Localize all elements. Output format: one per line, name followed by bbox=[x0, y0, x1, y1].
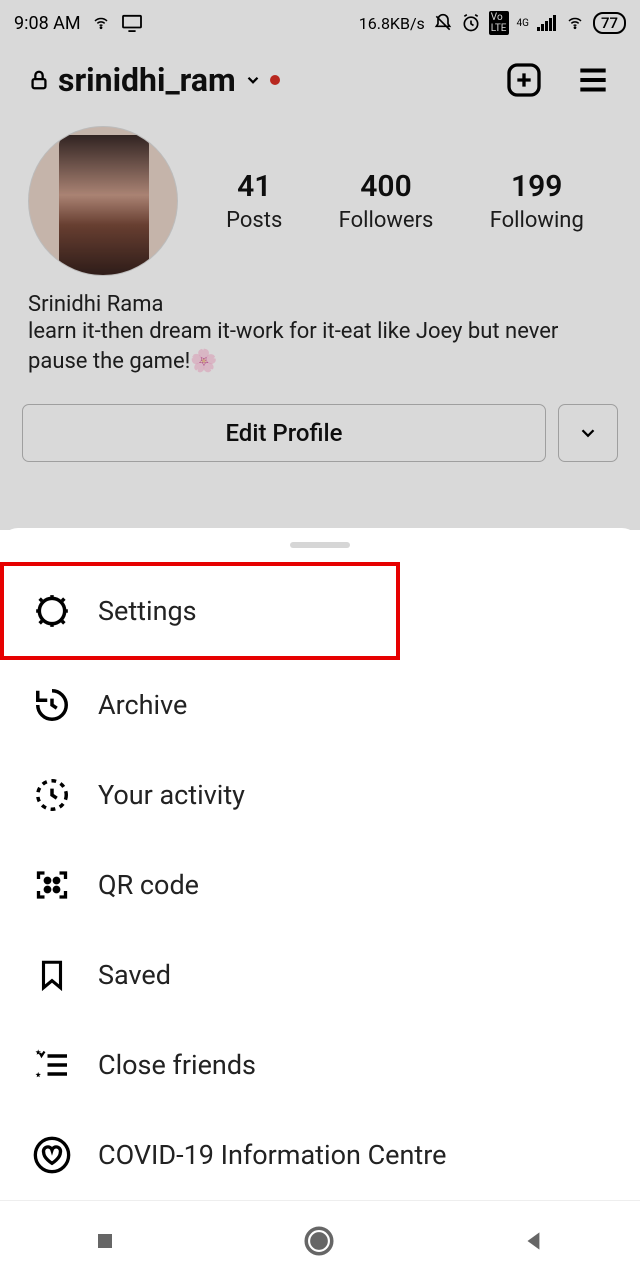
display-name: Srinidhi Rama bbox=[28, 292, 612, 317]
menu-close-friends-label: Close friends bbox=[98, 1049, 256, 1081]
wifi-icon-2 bbox=[565, 15, 585, 31]
bell-muted-icon bbox=[433, 13, 453, 33]
close-friends-icon bbox=[33, 1047, 71, 1083]
menu-archive-label: Archive bbox=[98, 689, 187, 721]
heart-circle-icon bbox=[32, 1135, 72, 1175]
system-nav-bar bbox=[0, 1200, 640, 1280]
lock-icon bbox=[28, 67, 50, 93]
menu-activity-label: Your activity bbox=[98, 779, 245, 811]
menu-settings[interactable]: Settings bbox=[0, 562, 400, 660]
posts-label: Posts bbox=[226, 208, 282, 233]
username-text: srinidhi_ram bbox=[58, 61, 236, 99]
followers-count: 400 bbox=[339, 169, 434, 204]
menu-qr-label: QR code bbox=[98, 869, 199, 901]
edit-profile-button[interactable]: Edit Profile bbox=[22, 404, 546, 462]
options-sheet: Settings Archive Your activity QR code S… bbox=[0, 528, 640, 1200]
notification-dot bbox=[270, 75, 280, 85]
menu-saved[interactable]: Saved bbox=[0, 930, 640, 1020]
screen-icon bbox=[121, 14, 143, 32]
menu-icon[interactable] bbox=[574, 61, 612, 99]
menu-qr[interactable]: QR code bbox=[0, 840, 640, 930]
following-count: 199 bbox=[490, 169, 584, 204]
activity-icon bbox=[33, 776, 71, 814]
menu-settings-label: Settings bbox=[98, 595, 197, 627]
chevron-down-icon bbox=[244, 71, 262, 89]
home-button[interactable] bbox=[302, 1224, 336, 1258]
posts-count: 41 bbox=[226, 169, 282, 204]
posts-stat[interactable]: 41 Posts bbox=[226, 169, 282, 233]
create-icon[interactable] bbox=[504, 60, 544, 100]
menu-activity[interactable]: Your activity bbox=[0, 750, 640, 840]
flower-emoji: 🌸 bbox=[190, 349, 217, 374]
chevron-down-icon bbox=[577, 422, 599, 444]
bio-text: learn it-then dream it-work for it-eat l… bbox=[28, 317, 612, 376]
gear-icon bbox=[33, 592, 71, 630]
username-switcher[interactable]: srinidhi_ram bbox=[28, 61, 280, 99]
menu-saved-label: Saved bbox=[98, 959, 171, 991]
recent-apps-button[interactable] bbox=[93, 1229, 117, 1253]
battery-level: 77 bbox=[593, 12, 626, 34]
bookmark-icon bbox=[35, 956, 69, 994]
menu-close-friends[interactable]: Close friends bbox=[0, 1020, 640, 1110]
network-label: 4G bbox=[517, 18, 529, 29]
menu-covid[interactable]: COVID-19 Information Centre bbox=[0, 1110, 640, 1200]
sheet-handle[interactable] bbox=[290, 542, 350, 548]
followers-label: Followers bbox=[339, 208, 434, 233]
qr-icon bbox=[34, 867, 70, 903]
back-button[interactable] bbox=[521, 1228, 547, 1254]
alarm-icon bbox=[461, 13, 481, 33]
status-speed: 16.8KB/s bbox=[359, 14, 425, 33]
menu-covid-label: COVID-19 Information Centre bbox=[98, 1139, 446, 1171]
archive-icon bbox=[33, 686, 71, 724]
following-stat[interactable]: 199 Following bbox=[490, 169, 584, 233]
followers-stat[interactable]: 400 Followers bbox=[339, 169, 434, 233]
wifi-icon bbox=[91, 15, 111, 31]
status-bar: 9:08 AM 16.8KB/s VoLTE 4G 77 bbox=[0, 0, 640, 40]
avatar[interactable] bbox=[28, 126, 178, 276]
signal-icon bbox=[537, 15, 557, 31]
status-time: 9:08 AM bbox=[14, 13, 81, 34]
discover-people-button[interactable] bbox=[558, 404, 618, 462]
following-label: Following bbox=[490, 208, 584, 233]
menu-archive[interactable]: Archive bbox=[0, 660, 640, 750]
volte-icon: VoLTE bbox=[489, 11, 509, 35]
